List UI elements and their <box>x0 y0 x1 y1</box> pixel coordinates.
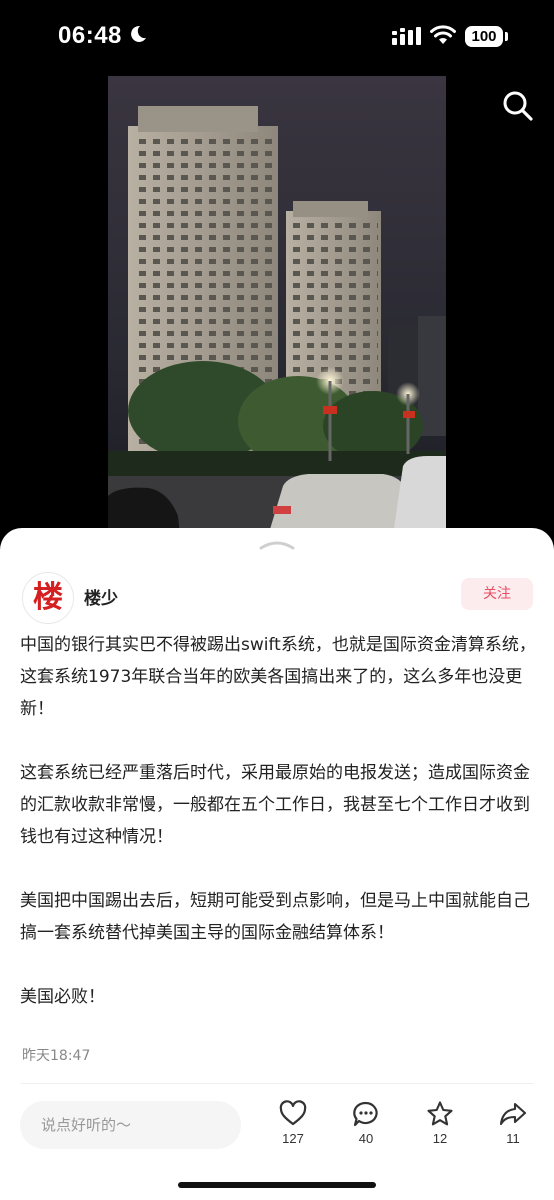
comment-button[interactable]: 40 <box>336 1100 396 1146</box>
post-photo[interactable] <box>108 76 446 536</box>
like-button[interactable]: 127 <box>263 1100 323 1146</box>
share-count: 11 <box>506 1131 520 1146</box>
avatar-char: 楼 <box>33 580 63 615</box>
status-bar: 06:48 100 <box>0 0 554 70</box>
divider <box>20 1083 534 1084</box>
favorite-count: 12 <box>432 1131 448 1146</box>
follow-button[interactable]: 关注 <box>461 578 533 610</box>
avatar[interactable]: 楼 <box>22 572 74 624</box>
moon-icon <box>131 25 146 42</box>
like-count: 127 <box>282 1131 304 1146</box>
share-icon <box>499 1102 527 1126</box>
share-button[interactable]: 11 <box>483 1100 543 1146</box>
post-content: 中国的银行其实巴不得被踢出swift系统，也就是国际资金清算系统，这套系统197… <box>20 629 536 1013</box>
favorite-button[interactable]: 12 <box>410 1100 470 1146</box>
post-time: 昨天18:47 <box>22 1048 91 1064</box>
battery-cap <box>505 32 508 41</box>
wifi-icon <box>430 25 456 44</box>
night-buildings-image <box>108 76 446 536</box>
chevron-up-icon[interactable] <box>259 538 295 550</box>
search-icon[interactable] <box>500 88 536 124</box>
battery-icon: 100 <box>465 26 503 47</box>
post-paragraph: 美国把中国踢出去后，短期可能受到点影响，但是马上中国就能自己搞一套系统替代掉美国… <box>20 891 530 943</box>
post-paragraph: 这套系统已经严重落后时代，采用最原始的电报发送；造成国际资金的汇款收款非常慢，一… <box>20 763 530 847</box>
signal-icon <box>392 27 421 45</box>
home-indicator[interactable] <box>178 1182 376 1188</box>
star-icon <box>427 1101 453 1126</box>
comment-input[interactable]: 说点好听的～ <box>20 1101 241 1149</box>
post-paragraph: 美国必败！ <box>20 987 105 1007</box>
post-sheet: 楼 楼少 关注 中国的银行其实巴不得被踢出swift系统，也就是国际资金清算系统… <box>0 528 554 1200</box>
comment-icon <box>353 1101 378 1127</box>
post-paragraph: 中国的银行其实巴不得被踢出swift系统，也就是国际资金清算系统，这套系统197… <box>20 635 536 719</box>
author-name[interactable]: 楼少 <box>84 584 118 609</box>
heart-icon <box>279 1100 307 1126</box>
status-time: 06:48 <box>58 22 122 49</box>
comment-count: 40 <box>358 1131 374 1146</box>
